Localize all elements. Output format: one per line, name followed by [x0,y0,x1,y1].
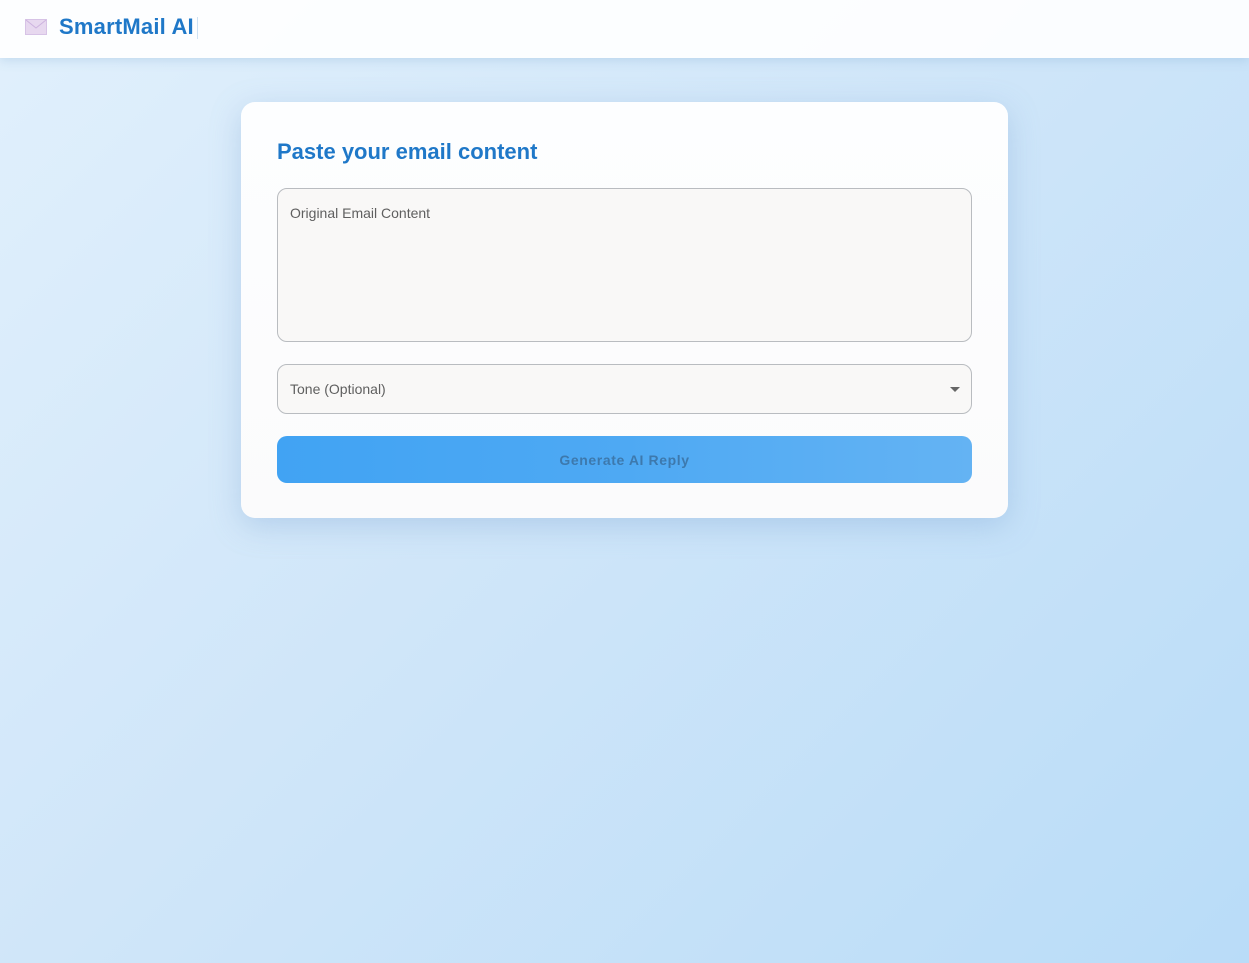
text-caret [196,17,198,40]
generate-reply-button[interactable]: Generate AI Reply [277,436,972,483]
app-header: SmartMail AI [0,0,1249,58]
email-content-input[interactable] [278,189,971,341]
card-title: Paste your email content [277,139,538,164]
app-brand-name: SmartMail AI [59,14,194,39]
email-content-field[interactable] [277,188,972,342]
envelope-icon [25,19,47,35]
tone-select[interactable]: Tone (Optional) [277,364,972,414]
app-brand: SmartMail AI [59,14,198,40]
dropdown-arrow-icon[interactable] [950,387,960,392]
email-reply-card: Paste your email content Tone (Optional)… [241,102,1008,518]
tone-select-label: Tone (Optional) [290,381,386,397]
